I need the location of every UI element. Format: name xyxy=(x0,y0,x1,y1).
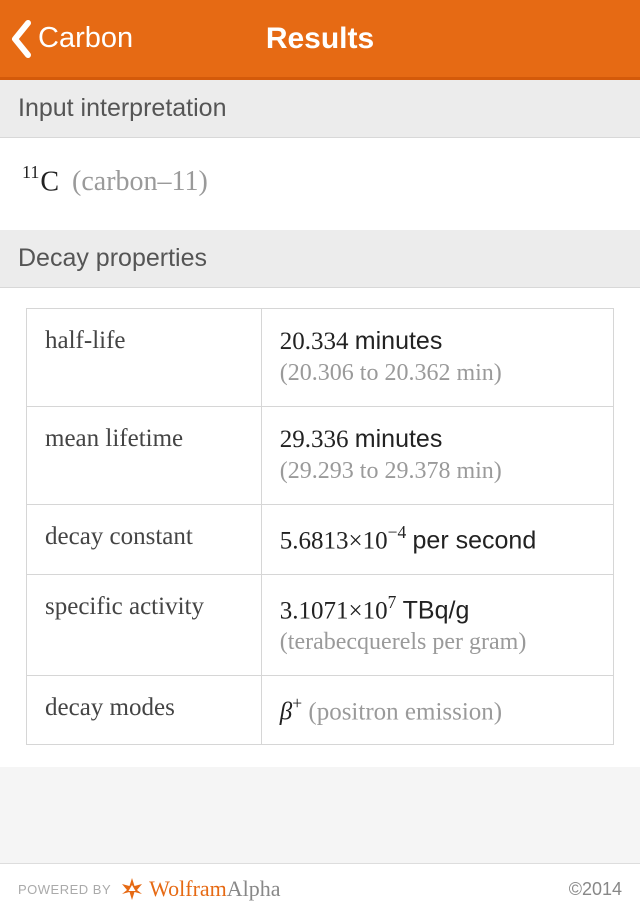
table-row: mean lifetime 29.336 minutes (29.293 to … xyxy=(27,407,614,505)
mass-number: 11 xyxy=(22,162,39,182)
decay-table-container: half-life 20.334 minutes (20.306 to 20.3… xyxy=(0,288,640,767)
copyright-label: ©2014 xyxy=(569,879,622,900)
section-header-input: Input interpretation xyxy=(0,80,640,138)
powered-by-group[interactable]: POWERED BY WolframAlpha xyxy=(18,876,281,902)
prop-value-half-life: 20.334 minutes (20.306 to 20.362 min) xyxy=(261,309,613,407)
wolfram-alpha-logo: WolframAlpha xyxy=(119,876,280,902)
footer: POWERED BY WolframAlpha ©2014 xyxy=(0,863,640,920)
input-interpretation-content: 11C (carbon–11) xyxy=(0,138,640,230)
prop-label-decay-modes: decay modes xyxy=(27,675,262,744)
prop-value-decay-modes: β+ (positron emission) xyxy=(261,675,613,744)
table-row: specific activity 3.1071×107 TBq/g (tera… xyxy=(27,574,614,675)
prop-value-specific-activity: 3.1071×107 TBq/g (terabecquerels per gra… xyxy=(261,574,613,675)
decay-properties-table: half-life 20.334 minutes (20.306 to 20.3… xyxy=(26,308,614,745)
isotope-display: 11C (carbon–11) xyxy=(18,156,622,212)
logo-wolfram: Wolfram xyxy=(149,876,227,901)
back-button[interactable]: Carbon xyxy=(0,0,133,77)
prop-label-half-life: half-life xyxy=(27,309,262,407)
section-header-decay: Decay properties xyxy=(0,230,640,288)
prop-value-mean-lifetime: 29.336 minutes (29.293 to 29.378 min) xyxy=(261,407,613,505)
element-symbol: C xyxy=(40,166,59,197)
wolfram-star-icon xyxy=(119,876,145,902)
table-row: decay modes β+ (positron emission) xyxy=(27,675,614,744)
isotope-name: (carbon–11) xyxy=(72,166,208,197)
page-title: Results xyxy=(266,22,374,56)
powered-by-label: POWERED BY xyxy=(18,882,111,897)
prop-label-decay-constant: decay constant xyxy=(27,505,262,574)
app-header: Carbon Results xyxy=(0,0,640,80)
table-row: half-life 20.334 minutes (20.306 to 20.3… xyxy=(27,309,614,407)
prop-label-specific-activity: specific activity xyxy=(27,574,262,675)
back-label: Carbon xyxy=(38,22,133,55)
prop-value-decay-constant: 5.6813×10−4 per second xyxy=(261,505,613,574)
table-row: decay constant 5.6813×10−4 per second xyxy=(27,505,614,574)
chevron-left-icon xyxy=(10,20,32,58)
prop-label-mean-lifetime: mean lifetime xyxy=(27,407,262,505)
logo-alpha: Alpha xyxy=(227,876,281,901)
